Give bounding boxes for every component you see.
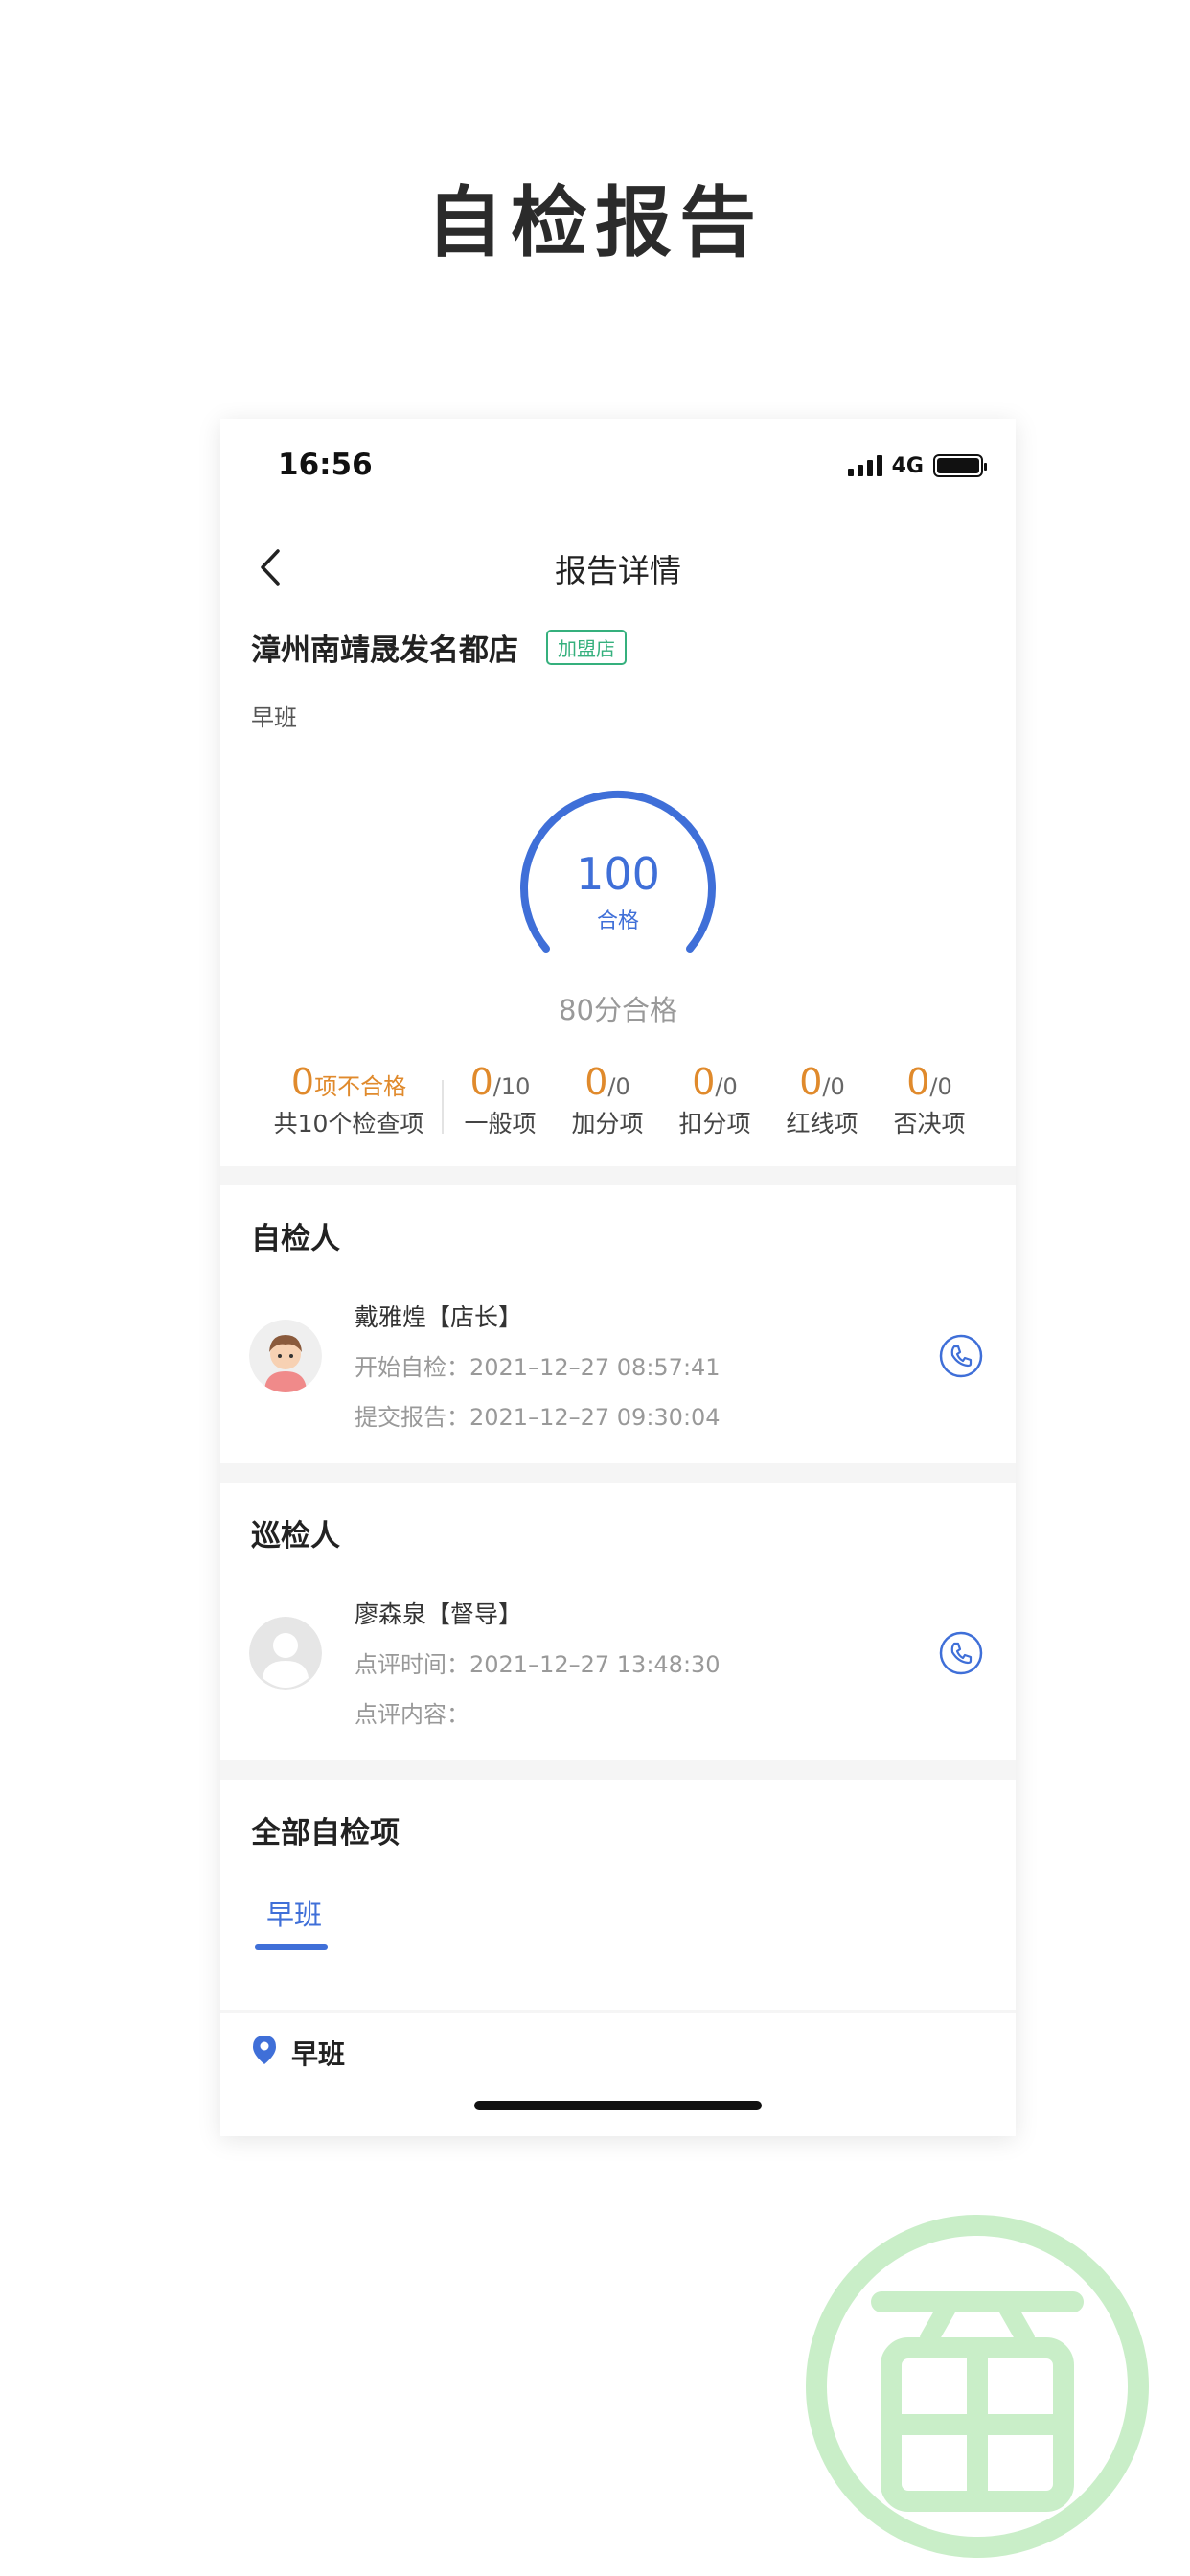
all-items-section: 全部自检项 早班 [220, 1780, 1016, 2010]
section-title: 全部自检项 [251, 1816, 400, 1851]
section-title: 自检人 [251, 1222, 340, 1256]
patrol-inspector-section: 巡检人 廖森泉【督导】 点评时间：2021–12–27 13:48:30 点评内… [220, 1483, 1016, 1760]
stat-total: /0 [929, 1073, 952, 1100]
stat-value: 0 [906, 1061, 930, 1103]
stat-label: 红线项 [786, 1110, 858, 1138]
shift-group-label: 早班 [291, 2038, 346, 2070]
stats-row: 0项不合格 共10个检查项 0/10 一般项 0/0 加分项 0/0 扣分项 0… [220, 1061, 1016, 1147]
location-pin-icon [253, 2036, 276, 2064]
score-status: 合格 [596, 909, 639, 933]
stat-total: /0 [607, 1073, 630, 1100]
tab-morning-shift[interactable]: 早班 [266, 1893, 322, 1933]
store-tag-badge: 加盟店 [546, 630, 627, 665]
home-indicator [474, 2101, 762, 2110]
review-time: 点评时间：2021–12–27 13:48:30 [355, 1651, 721, 1678]
stat-label: 否决项 [893, 1110, 966, 1138]
shift-group-row: 早班 [220, 2012, 1016, 2136]
pass-threshold: 80分合格 [559, 994, 677, 1026]
stat-value: 0 [799, 1061, 823, 1103]
nav-bar: 报告详情 [220, 515, 1016, 620]
stat-value: 0 [584, 1061, 608, 1103]
store-name: 漳州南靖晟发名都店 [251, 633, 518, 668]
stat-deduction: 0/0 扣分项 [657, 1061, 772, 1139]
stat-value: 0 [469, 1061, 493, 1103]
network-label: 4G [891, 453, 924, 478]
stat-redline: 0/0 红线项 [765, 1061, 880, 1139]
avatar [249, 1320, 322, 1392]
person-name: 廖森泉【督导】 [355, 1600, 523, 1628]
stat-total: /0 [715, 1073, 738, 1100]
fail-count: 0 [290, 1061, 315, 1103]
person-name: 戴雅煌【店长】 [355, 1303, 523, 1331]
stat-label: 扣分项 [678, 1110, 751, 1138]
stat-bonus: 0/0 加分项 [550, 1061, 665, 1139]
battery-icon [933, 454, 987, 477]
review-content: 点评内容： [355, 1701, 469, 1728]
stat-label: 一般项 [464, 1110, 537, 1138]
phone-screen: 16:56 4G 报告详情 漳州南靖晟发名都店 加盟店 早班 100 合格 80… [220, 419, 1016, 2136]
section-title: 巡检人 [251, 1519, 340, 1553]
fail-label: 项不合格 [314, 1073, 407, 1100]
nav-title: 报告详情 [555, 552, 681, 589]
stat-total: /0 [822, 1073, 845, 1100]
total-items-label: 共10个检查项 [273, 1110, 424, 1138]
status-time: 16:56 [278, 448, 373, 482]
stat-label: 加分项 [571, 1110, 644, 1138]
page-title: 自检报告 [426, 178, 764, 267]
status-indicators: 4G [847, 451, 987, 480]
stat-veto: 0/0 否决项 [872, 1061, 987, 1139]
submit-time: 提交报告：2021–12–27 09:30:04 [355, 1404, 721, 1431]
phone-icon[interactable] [939, 1334, 983, 1378]
stat-general: 0/10 一般项 [443, 1061, 558, 1139]
shift-label: 早班 [251, 704, 297, 731]
signal-icon [847, 455, 882, 476]
watermark-logo [806, 2215, 1149, 2558]
stat-value: 0 [692, 1061, 716, 1103]
avatar-placeholder [249, 1617, 322, 1690]
start-time: 开始自检：2021–12–27 08:57:41 [355, 1354, 721, 1381]
status-bar: 16:56 4G [220, 419, 1016, 515]
stat-total: /10 [492, 1073, 531, 1100]
report-card: 漳州南靖晟发名都店 加盟店 早班 100 合格 80分合格 0项不合格 共10个… [220, 620, 1016, 1166]
summary-stat: 0项不合格 共10个检查项 [253, 1061, 445, 1139]
tab-active-indicator [255, 1944, 328, 1950]
self-inspector-section: 自检人 戴雅煌【店长】 开始自检：2021–12–27 08:57:41 提交报… [220, 1185, 1016, 1463]
score-value: 100 [576, 848, 660, 900]
phone-icon[interactable] [939, 1631, 983, 1675]
